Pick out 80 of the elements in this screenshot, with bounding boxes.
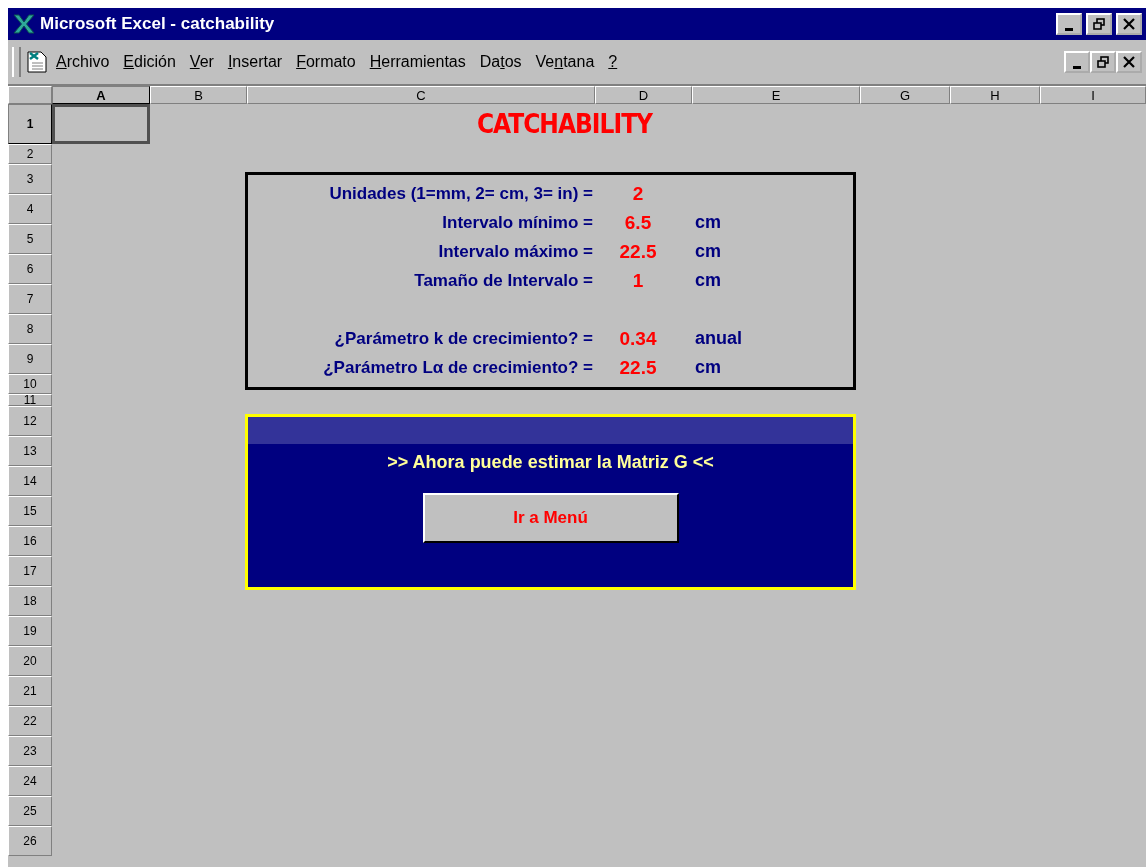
row-header[interactable]: 19 [8,616,52,646]
restore-icon [1097,56,1109,68]
parameter-value: 22.5 [619,356,657,379]
sheet-title: CATCHABILITY [475,108,654,141]
column-header[interactable]: A [52,86,150,104]
minimize-icon [1065,27,1073,31]
row-header[interactable]: 22 [8,706,52,736]
parameter-label: ¿Parámetro k de crecimiento? = [333,328,593,349]
window-title: Microsoft Excel - catchability [40,14,276,34]
row-header[interactable]: 1 [8,104,52,144]
restore-icon [1093,18,1105,30]
row-header[interactable]: 23 [8,736,52,766]
row-header[interactable]: 2 [8,144,52,164]
parameter-unit: anual [694,328,742,349]
row-header[interactable]: 26 [8,826,52,856]
parameter-value: 1 [632,269,644,292]
minimize-icon [1073,65,1081,69]
menu-item[interactable]: Edición [116,53,183,71]
menu-item[interactable]: Ventana [528,53,602,71]
row-header[interactable]: 17 [8,556,52,586]
menu-item[interactable]: Ver [182,53,221,71]
window-restore-button[interactable] [1086,13,1112,35]
parameter-label: ¿Parámetro Lα de crecimiento? = [322,357,593,378]
window-close-button[interactable] [1116,13,1142,35]
document-close-button[interactable] [1116,51,1142,73]
toolbar-grip[interactable] [12,47,21,77]
active-cell[interactable] [52,104,150,144]
column-header[interactable]: G [860,86,950,104]
row-header[interactable]: 20 [8,646,52,676]
row-header[interactable]: 7 [8,284,52,314]
row-header[interactable]: 18 [8,586,52,616]
column-header[interactable]: E [692,86,860,104]
window-minimize-button[interactable] [1056,13,1082,35]
menu-item[interactable]: Herramientas [362,53,473,71]
row-header[interactable]: 11 [8,394,52,406]
column-header[interactable]: I [1040,86,1146,104]
row-header[interactable]: 6 [8,254,52,284]
row-header[interactable]: 5 [8,224,52,254]
parameter-value: 0.34 [619,327,657,350]
menu-item[interactable]: Datos [472,53,529,71]
row-header[interactable]: 3 [8,164,52,194]
row-header[interactable]: 15 [8,496,52,526]
row-header[interactable]: 21 [8,676,52,706]
parameter-value: 22.5 [619,240,657,263]
close-icon [1123,18,1135,30]
row-header[interactable]: 14 [8,466,52,496]
row-header[interactable]: 4 [8,194,52,224]
column-header[interactable]: H [950,86,1040,104]
panel-message: >> Ahora puede estimar la Matriz G << [387,452,714,473]
close-icon [1123,56,1135,68]
menu-item[interactable]: Archivo [49,53,117,71]
row-header[interactable]: 12 [8,406,52,436]
parameter-label: Unidades (1=mm, 2= cm, 3= in) = [328,183,593,204]
parameter-value: 2 [632,182,644,205]
parameter-unit: cm [694,212,721,233]
column-header[interactable]: D [595,86,692,104]
row-header[interactable]: 9 [8,344,52,374]
parameter-unit: cm [694,270,721,291]
row-header[interactable]: 16 [8,526,52,556]
menu-item[interactable]: Formato [289,53,363,71]
document-minimize-button[interactable] [1064,51,1090,73]
column-header[interactable]: B [150,86,247,104]
parameter-label: Tamaño de Intervalo = [413,270,593,291]
row-header[interactable]: 8 [8,314,52,344]
parameter-unit: cm [694,357,721,378]
row-header[interactable]: 13 [8,436,52,466]
select-all-button[interactable] [8,86,52,104]
excel-logo-icon [12,14,36,34]
parameter-label: Intervalo mínimo = [441,212,593,233]
menu-item[interactable]: ? [601,53,625,71]
parameter-label: Intervalo máximo = [437,241,593,262]
document-restore-button[interactable] [1090,51,1116,73]
row-header[interactable]: 10 [8,374,52,394]
parameter-value: 6.5 [624,211,652,234]
parameter-unit: cm [694,241,721,262]
column-header[interactable]: C [247,86,595,104]
row-header[interactable]: 24 [8,766,52,796]
row-header[interactable]: 25 [8,796,52,826]
workbook-icon[interactable] [25,50,49,74]
menu-item[interactable]: Insertar [220,53,290,71]
